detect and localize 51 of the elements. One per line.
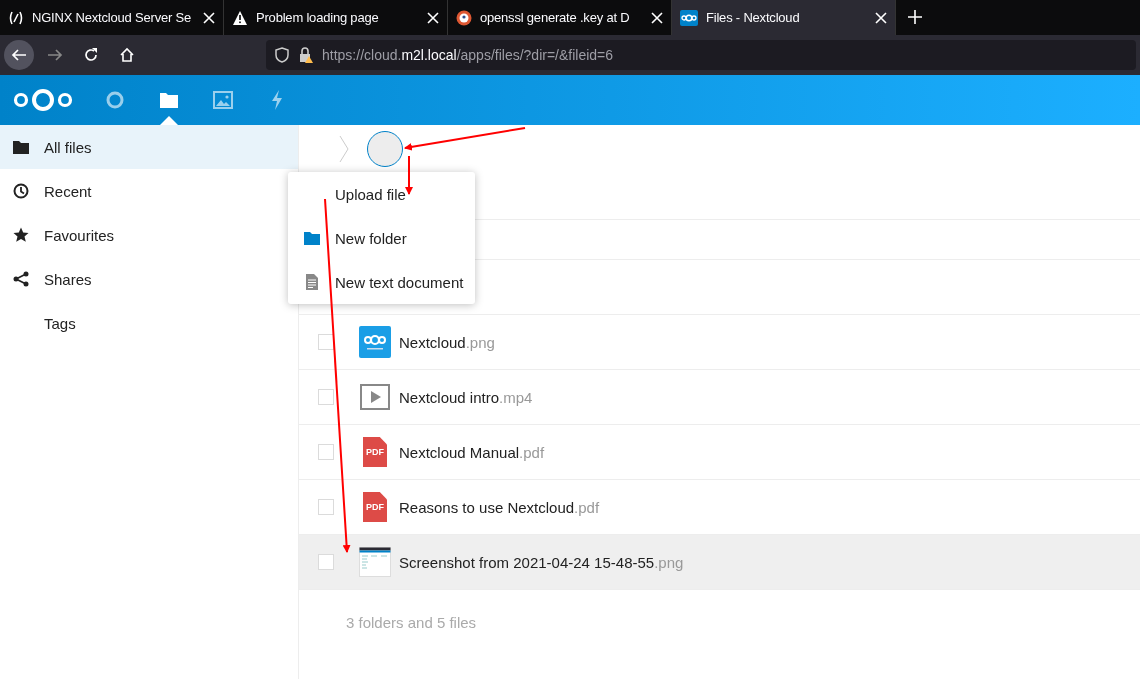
file-name: Reasons to use Nextcloud.pdf: [399, 498, 600, 516]
circle-icon: [105, 90, 125, 110]
close-icon: [651, 11, 663, 24]
folder-icon: [159, 91, 179, 109]
sidebar-item[interactable]: All files: [0, 125, 298, 169]
url-host: m2l.local: [401, 47, 457, 63]
share-icon: [13, 271, 29, 287]
annotation-arrow: [405, 155, 413, 195]
checkbox[interactable]: [318, 499, 334, 515]
lightning-icon: [270, 90, 284, 110]
star-icon: [13, 227, 29, 243]
file-name: Nextcloud Manual.pdf: [399, 443, 545, 461]
screenshot-thumbnail-icon: [359, 547, 391, 577]
browser-tab[interactable]: Files - Nextcloud: [672, 0, 896, 35]
folder-icon: [13, 140, 29, 154]
checkbox[interactable]: [318, 554, 334, 570]
back-icon: [11, 47, 27, 63]
close-icon: [427, 11, 439, 24]
video-icon: [360, 384, 390, 410]
file-row[interactable]: Screenshot from 2021-04-24 15-48-55.png: [299, 535, 1140, 590]
home-icon: [119, 47, 135, 63]
document-icon: [306, 274, 318, 290]
url-text: /apps/files/?dir=/&fileid=6: [456, 47, 614, 63]
reload-icon: [83, 47, 99, 63]
file-name: Nextcloud intro.mp4: [399, 388, 533, 406]
folder-icon: [304, 231, 320, 245]
nextcloud-logo-icon: [359, 326, 391, 358]
url-text: https://cloud.: [322, 47, 402, 63]
brackets-icon: [8, 9, 24, 26]
new-button[interactable]: [367, 130, 403, 167]
nextcloud-logo-icon: [680, 9, 698, 26]
address-bar[interactable]: https://cloud.m2l.local/apps/files/?dir=/&fileid=6: [266, 40, 1136, 70]
file-name: Screenshot from 2021-04-24 15-48-55.png: [399, 553, 684, 571]
forward-icon: [47, 47, 63, 63]
warning-icon: [232, 9, 248, 26]
checkbox[interactable]: [318, 444, 334, 460]
file-summary: 3 folders and 5 files: [345, 613, 478, 631]
breadcrumb-chevron-icon: [339, 134, 349, 163]
checkbox[interactable]: [318, 334, 334, 350]
file-name: Nextcloud.png: [399, 333, 495, 351]
pdf-icon: PDF: [363, 492, 387, 522]
checkbox[interactable]: [318, 389, 334, 405]
close-icon: [875, 11, 887, 24]
close-icon: [203, 11, 215, 24]
new-tab-icon: [907, 9, 923, 25]
lock-warning-icon: [298, 47, 314, 63]
sidebar-item[interactable]: Tags: [0, 301, 298, 345]
shield-icon: [274, 47, 290, 63]
clock-icon: [13, 183, 29, 199]
pdf-icon: PDF: [363, 437, 387, 467]
image-icon: [213, 91, 233, 109]
